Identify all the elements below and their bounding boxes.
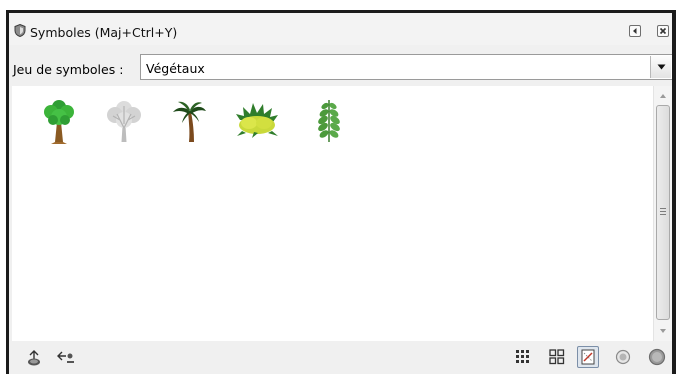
triangle-left-icon <box>633 28 637 34</box>
symbol-set-select[interactable]: Végétaux <box>140 54 672 80</box>
symbol-palm-tree[interactable] <box>169 98 209 144</box>
palm-tree-icon <box>173 101 206 142</box>
green-tree-icon <box>44 100 74 144</box>
symbol-set-label: Jeu de symboles : <box>13 62 124 77</box>
collapse-button[interactable] <box>629 25 641 37</box>
scroll-up-arrow-icon <box>660 94 666 98</box>
close-button[interactable] <box>657 25 669 37</box>
small-grid-button[interactable] <box>512 346 534 368</box>
symbol-set-row: Jeu de symboles : Végétaux <box>9 54 672 82</box>
symbol-tree-bare-gray[interactable] <box>104 98 144 144</box>
scroll-down-arrow-icon <box>660 329 666 333</box>
symbol-bush[interactable] <box>234 98 278 144</box>
dialog-titlebar: Symboles (Maj+Ctrl+Y) <box>9 13 672 45</box>
symbol-tree-green[interactable] <box>39 98 79 144</box>
fit-symbol-icon <box>581 349 595 365</box>
scroll-thumb[interactable] <box>656 105 670 320</box>
select-arrow-button[interactable] <box>650 56 671 78</box>
remove-symbol-icon <box>57 351 74 363</box>
symbol-grid-scrollbar[interactable] <box>653 86 672 341</box>
symbol-leaf-branch[interactable] <box>314 98 354 144</box>
gray-tree-icon <box>107 101 141 142</box>
leaf-branch-icon <box>318 100 340 142</box>
large-grid-icon <box>549 349 565 365</box>
add-symbol-button[interactable] <box>23 346 45 368</box>
bush-icon <box>236 103 278 138</box>
symbols-toolbar <box>9 346 672 374</box>
grip-icon <box>660 208 666 215</box>
close-x-icon <box>659 27 667 35</box>
small-grid-icon <box>516 350 529 363</box>
scroll-down-button[interactable] <box>654 323 672 339</box>
chevron-down-icon <box>657 64 666 70</box>
fit-symbol-button[interactable] <box>577 346 599 368</box>
zoom-in-button[interactable] <box>646 346 668 368</box>
remove-symbol-button[interactable] <box>55 346 77 368</box>
shield-icon <box>14 23 26 38</box>
large-grid-button[interactable] <box>546 346 568 368</box>
add-symbol-icon <box>28 350 40 366</box>
zoom-out-button[interactable] <box>612 346 634 368</box>
zoom-out-circle-icon <box>615 349 631 365</box>
symbols-dialog: Symboles (Maj+Ctrl+Y) Jeu de symboles : … <box>6 10 676 374</box>
dialog-title: Symboles (Maj+Ctrl+Y) <box>30 25 178 40</box>
symbol-set-value: Végétaux <box>146 61 205 76</box>
scroll-up-button[interactable] <box>654 88 672 104</box>
zoom-in-circle-icon <box>648 348 666 366</box>
symbol-grid <box>12 86 653 341</box>
